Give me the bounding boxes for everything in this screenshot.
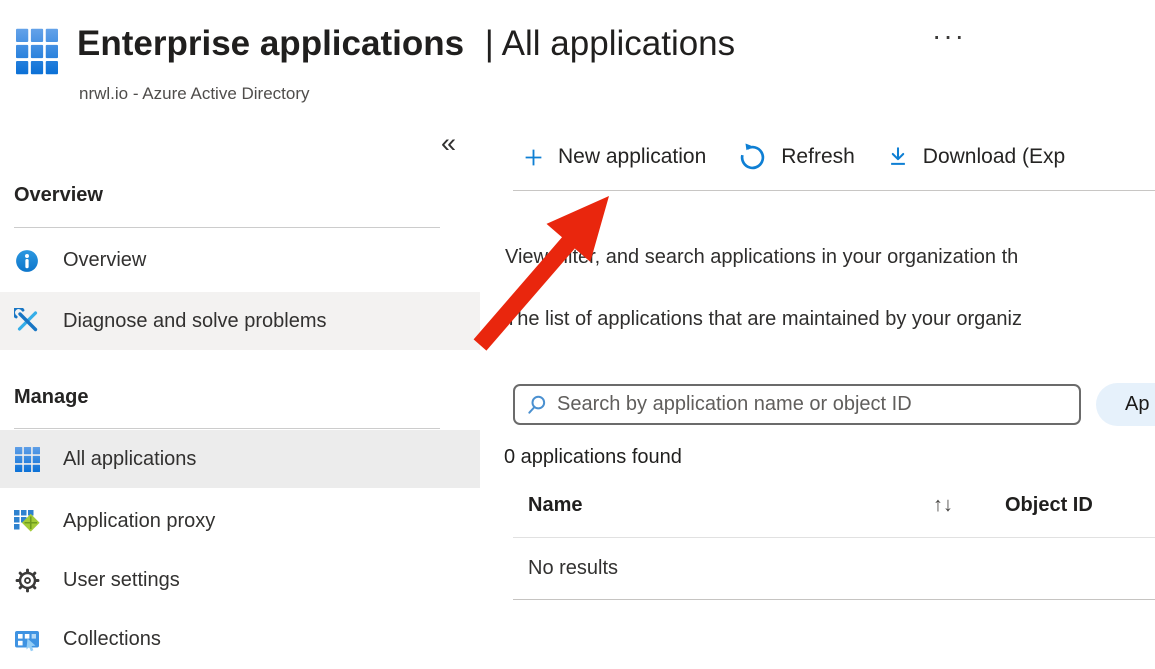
search-icon (526, 394, 548, 416)
ellipsis-menu-button[interactable]: ··· (932, 20, 966, 52)
application-type-filter-pill[interactable]: Ap (1096, 383, 1155, 426)
sidebar-item-label: All applications (63, 448, 196, 471)
table-divider (513, 599, 1155, 600)
download-icon (887, 145, 909, 169)
intro-text-line1: View, filter, and search applications in… (505, 246, 1018, 269)
sidebar-item-overview[interactable]: Overview (0, 232, 480, 289)
refresh-label: Refresh (781, 145, 855, 169)
plus-icon (523, 147, 544, 168)
search-box[interactable] (513, 384, 1081, 425)
sidebar-section-manage: Manage (14, 386, 88, 409)
info-icon (14, 248, 40, 274)
sidebar-item-application-proxy[interactable]: Application proxy (0, 493, 480, 550)
gear-icon (14, 568, 40, 594)
toolbar-divider (513, 190, 1155, 191)
page-title: Enterprise applications | All applicatio… (77, 24, 735, 64)
enterprise-applications-icon (16, 28, 58, 75)
sidebar-item-diagnose[interactable]: Diagnose and solve problems (0, 292, 480, 350)
download-label: Download (Exp (923, 145, 1065, 169)
sidebar-item-label: Diagnose and solve problems (63, 310, 327, 333)
column-header-object-id[interactable]: Object ID (1005, 494, 1093, 517)
table-divider (513, 537, 1155, 538)
sort-icon[interactable]: ↑↓ (933, 494, 953, 517)
page-title-secondary: | All applications (485, 24, 735, 63)
sidebar-item-label: User settings (63, 569, 180, 592)
column-header-name[interactable]: Name (528, 494, 582, 517)
page-subtitle: nrwl.io - Azure Active Directory (79, 84, 310, 104)
new-application-button[interactable]: New application (523, 145, 706, 169)
sidebar-item-label: Application proxy (63, 510, 215, 533)
apps-grid-icon (14, 446, 40, 472)
app-proxy-icon (14, 509, 40, 535)
command-bar: New application Refresh Download (Exp (523, 138, 1065, 176)
sidebar-item-user-settings[interactable]: User settings (0, 552, 480, 609)
sidebar-item-label: Collections (63, 628, 161, 651)
empty-state-text: No results (528, 557, 618, 580)
page-title-primary: Enterprise applications (77, 24, 464, 63)
refresh-icon (738, 143, 767, 172)
sidebar-item-all-applications[interactable]: All applications (0, 430, 480, 488)
download-button[interactable]: Download (Exp (887, 145, 1065, 169)
results-count: 0 applications found (504, 446, 682, 469)
collections-icon (14, 627, 40, 653)
sidebar-divider (14, 428, 440, 429)
sidebar-divider (14, 227, 440, 228)
sidebar-collapse-button[interactable]: « (441, 128, 456, 159)
sidebar-item-collections[interactable]: Collections (0, 611, 480, 668)
filter-pill-label: Ap (1125, 393, 1149, 416)
sidebar-item-label: Overview (63, 249, 146, 272)
wrench-icon (14, 308, 40, 334)
new-application-label: New application (558, 145, 706, 169)
sidebar-section-overview: Overview (14, 184, 103, 207)
refresh-button[interactable]: Refresh (738, 143, 855, 172)
search-input[interactable] (557, 393, 1071, 416)
intro-text-line2: The list of applications that are mainta… (505, 308, 1022, 331)
